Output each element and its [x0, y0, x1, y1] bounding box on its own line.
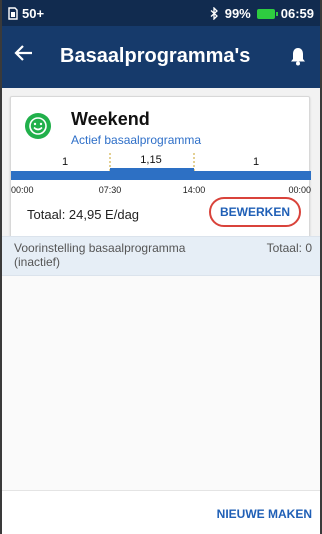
bluetooth-icon	[210, 7, 218, 20]
rate-bar-segment-2	[110, 168, 194, 180]
preset-program-total: Totaal: 0	[266, 241, 312, 255]
signal-text: 50+	[22, 6, 45, 21]
status-left: 50+	[8, 6, 44, 21]
active-program-card[interactable]: Weekend Actief basaalprogramma 1 1,15 1 …	[10, 96, 311, 238]
preset-program-name: Voorinstelling basaalprogramma (inactief…	[14, 241, 186, 269]
time-label: 00:00	[288, 185, 311, 195]
clock-time: 06:59	[280, 6, 314, 21]
sim-card-icon	[8, 7, 18, 20]
content-area: Weekend Actief basaalprogramma 1 1,15 1 …	[2, 88, 320, 534]
time-label: 07:30	[99, 185, 122, 195]
bell-icon[interactable]	[290, 46, 306, 66]
status-bar: 50+ 99% 06:59	[2, 0, 320, 26]
rate-bar-segment-3	[194, 171, 311, 180]
preset-program-row[interactable]: Voorinstelling basaalprogramma (inactief…	[2, 236, 320, 276]
segment-rate-label: 1	[62, 156, 68, 168]
edit-button[interactable]: BEWERKEN	[209, 197, 301, 227]
basal-rate-chart: 1 1,15 1 00:00 07:30 14:00 00:00	[11, 153, 311, 195]
page-title: Basaalprogramma's	[60, 45, 251, 67]
rate-bar-segment-1	[11, 171, 110, 180]
back-arrow-icon[interactable]	[14, 42, 34, 70]
empty-list-area	[2, 276, 320, 490]
battery-icon	[256, 8, 278, 19]
footer-bar: NIEUWE MAKEN	[2, 490, 320, 534]
battery-percent: 99%	[224, 6, 251, 21]
program-status: Actief basaalprogramma	[71, 133, 202, 147]
segment-rate-label: 1	[253, 156, 259, 168]
program-name: Weekend	[71, 109, 150, 129]
status-right: 99% 06:59	[210, 6, 314, 21]
create-new-button[interactable]: NIEUWE MAKEN	[217, 507, 312, 521]
time-label: 14:00	[183, 185, 206, 195]
program-total: Totaal: 24,95 E/dag	[27, 207, 140, 222]
app-header: Basaalprogramma's	[2, 26, 320, 88]
time-label: 00:00	[11, 185, 34, 195]
phone-frame: 50+ 99% 06:59 Basaalprogramma's Weekend …	[0, 0, 322, 534]
segment-rate-label: 1,15	[140, 154, 161, 166]
smiley-icon	[25, 113, 51, 139]
